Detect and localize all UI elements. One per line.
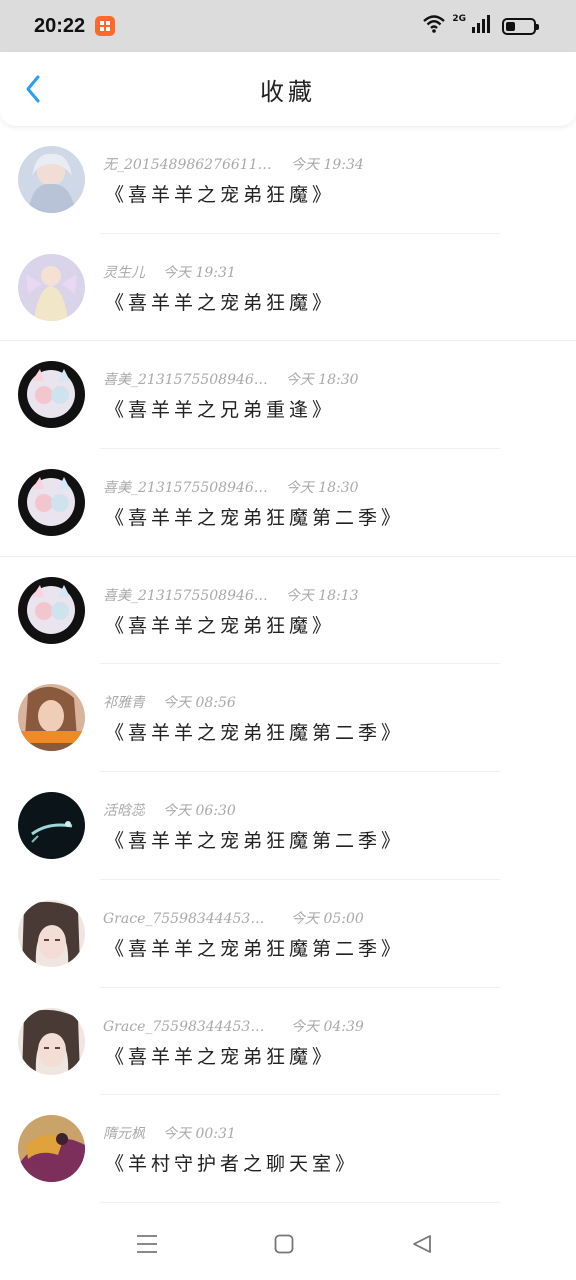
status-bar: 20:22 2G: [0, 0, 576, 52]
avatar: [18, 792, 85, 860]
avatar: [18, 361, 85, 429]
timestamp: 今天 18:13: [285, 587, 359, 604]
user-name: Grace_75598344453462: [103, 1018, 273, 1035]
battery-icon: [502, 17, 539, 35]
story-title: 《羊村守护者之聊天室》: [105, 1153, 359, 1176]
list-item[interactable]: 祁雅青 今天 08:56 《喜羊羊之宠弟狂魔第二季》: [0, 664, 576, 773]
user-name: 灵生儿: [103, 264, 145, 281]
timestamp: 今天 19:31: [163, 264, 236, 281]
story-title: 《喜羊羊之宠弟狂魔》: [105, 1045, 336, 1068]
battery-level: [506, 21, 515, 31]
story-title: 《喜羊羊之宠弟狂魔第二季》: [105, 830, 405, 853]
list-item[interactable]: Grace_75598344453462 今天 04:39 《喜羊羊之宠弟狂魔》: [0, 988, 576, 1096]
user-name: 活晗蕊: [103, 803, 145, 820]
wifi-icon: [422, 14, 446, 38]
timestamp: 今天 00:31: [163, 1126, 236, 1143]
avatar: [18, 146, 85, 213]
app-notification-icon: [95, 16, 116, 36]
timestamp: 今天 04:39: [291, 1018, 364, 1035]
avatar: [18, 899, 85, 967]
avatar: [18, 1115, 85, 1183]
menu-button[interactable]: [131, 1228, 163, 1260]
back-button[interactable]: [18, 74, 48, 104]
story-title: 《喜羊羊之兄弟重逢》: [105, 399, 336, 422]
network-type-label: 2G: [452, 14, 466, 24]
home-button[interactable]: [268, 1228, 300, 1260]
list-item[interactable]: 活晗蕊 今天 06:30 《喜羊羊之宠弟狂魔第二季》: [0, 772, 576, 880]
user-name: 喜美_2131575508946…: [103, 587, 268, 604]
menu-icon: [137, 1235, 157, 1253]
user-name: 喜美_2131575508946…: [103, 480, 268, 497]
story-title: 《喜羊羊之宠弟狂魔》: [105, 614, 336, 637]
avatar: [18, 1007, 85, 1075]
list-item[interactable]: Grace_75598344453462 今天 05:00 《喜羊羊之宠弟狂魔第二…: [0, 880, 576, 988]
list-item[interactable]: 无_201548986276611157 今天 19:34 《喜羊羊之宠弟狂魔》: [0, 126, 576, 234]
list-item[interactable]: 隋元枫 今天 00:31 《羊村守护者之聊天室》: [0, 1095, 576, 1203]
user-name: 祁雅青: [103, 695, 145, 712]
top-nav-bar: 收藏: [0, 52, 576, 126]
story-title: 《喜羊羊之宠弟狂魔第二季》: [105, 722, 405, 745]
signal-icon: [472, 15, 492, 37]
list-item[interactable]: 喜美_2131575508946… 今天 18:30 《喜羊羊之宠弟狂魔第二季》: [0, 449, 576, 557]
list-item[interactable]: 灵生儿 今天 19:31 《喜羊羊之宠弟狂魔》: [0, 234, 576, 342]
story-title: 《喜羊羊之宠弟狂魔第二季》: [105, 507, 405, 530]
list-item[interactable]: 喜美_2131575508946… 今天 18:30 《喜羊羊之兄弟重逢》: [0, 341, 576, 450]
square-icon: [274, 1234, 294, 1254]
timestamp: 今天 18:30: [285, 480, 359, 497]
user-name: 隋元枫: [103, 1126, 145, 1143]
timestamp: 今天 19:34: [291, 157, 364, 173]
page-title: 收藏: [260, 77, 316, 106]
avatar: [18, 253, 85, 321]
story-title: 《喜羊羊之宠弟狂魔》: [105, 184, 336, 206]
avatar: [18, 684, 85, 752]
avatar: [18, 469, 85, 537]
user-name: 无_201548986276611157: [103, 157, 273, 173]
timestamp: 今天 05:00: [291, 910, 364, 927]
chevron-left-icon: [26, 75, 40, 103]
divider: [100, 1201, 500, 1203]
story-title: 《喜羊羊之宠弟狂魔第二季》: [105, 937, 405, 960]
triangle-back-icon: [413, 1235, 431, 1253]
timestamp: 今天 06:30: [163, 803, 236, 820]
timestamp: 今天 08:56: [163, 695, 236, 712]
user-name: Grace_75598344453462: [103, 910, 273, 927]
list-item[interactable]: 喜美_2131575508946… 今天 18:13 《喜羊羊之宠弟狂魔》: [0, 557, 576, 665]
favorites-list: 无_201548986276611157 今天 19:34 《喜羊羊之宠弟狂魔》 …: [0, 126, 576, 1203]
story-title: 《喜羊羊之宠弟狂魔》: [105, 291, 336, 314]
status-time: 20:22: [34, 14, 86, 37]
avatar: [18, 576, 85, 644]
back-nav-button[interactable]: [406, 1228, 438, 1260]
timestamp: 今天 18:30: [285, 372, 359, 389]
user-name: 喜美_2131575508946…: [103, 372, 268, 389]
system-nav-bar: [0, 1208, 576, 1280]
